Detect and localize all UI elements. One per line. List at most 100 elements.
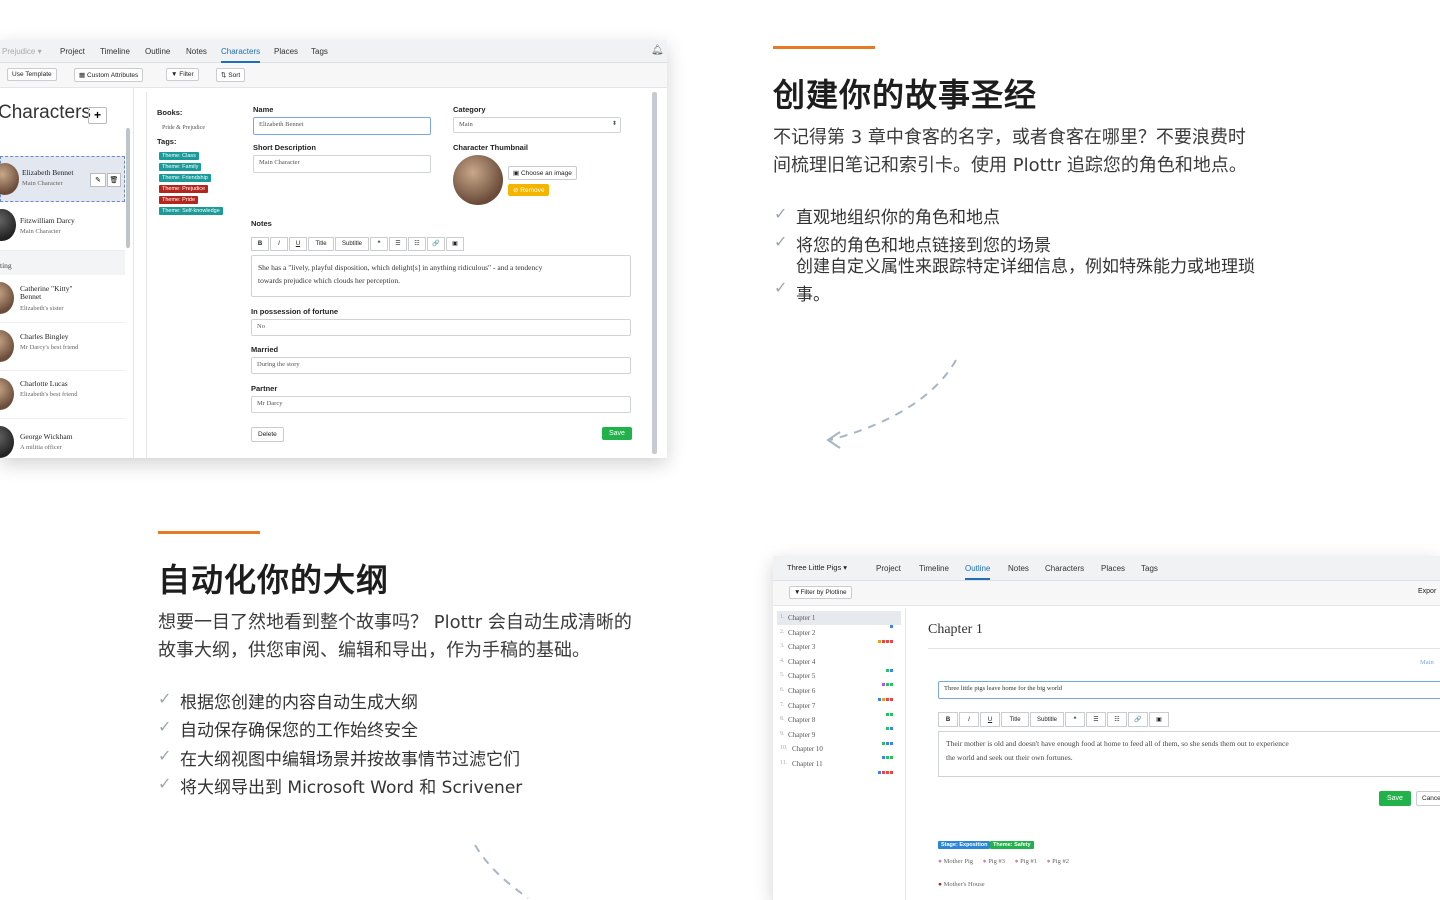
numbered-list-button[interactable]: ☷ bbox=[1107, 712, 1127, 727]
cancel-button[interactable]: Cance bbox=[1416, 791, 1440, 806]
chapter-row[interactable]: 10. Chapter 10 bbox=[777, 742, 901, 760]
tab-outline[interactable]: Outline bbox=[965, 564, 991, 580]
tag-chip[interactable]: Stage: Exposition bbox=[938, 841, 991, 849]
underline-button[interactable]: U bbox=[289, 237, 307, 251]
subtitle-button[interactable]: Subtitle bbox=[335, 237, 369, 251]
image-button[interactable]: ▣ bbox=[1149, 712, 1169, 727]
tab-outline[interactable]: Outline bbox=[145, 47, 170, 56]
tab-characters[interactable]: Characters bbox=[221, 47, 261, 63]
tag-chip[interactable]: Theme: Family bbox=[159, 163, 202, 171]
link-button[interactable]: 🔗 bbox=[1128, 712, 1148, 727]
tag-chip[interactable]: Theme: Pride bbox=[159, 196, 199, 204]
tab-notes[interactable]: Notes bbox=[1008, 564, 1029, 573]
tag-chip[interactable]: Theme: Safety bbox=[990, 841, 1034, 849]
bell-icon[interactable]: 🔔︎ bbox=[651, 45, 664, 56]
italic-button[interactable]: I bbox=[959, 712, 979, 727]
tab-characters[interactable]: Characters bbox=[1045, 564, 1084, 573]
title-button[interactable]: Title bbox=[308, 237, 334, 251]
quote-button[interactable]: ❝ bbox=[1065, 712, 1085, 727]
choose-image-button[interactable]: ▣ Choose an image bbox=[508, 166, 577, 180]
name-label: Name bbox=[253, 105, 274, 114]
pig-icon: ● bbox=[938, 858, 942, 865]
tag-chip[interactable]: Theme: Class bbox=[159, 152, 199, 160]
category-select[interactable]: Main ⬍ bbox=[453, 117, 621, 133]
use-template-button[interactable]: Use Template bbox=[7, 68, 57, 81]
quote-button[interactable]: ❝ bbox=[370, 237, 388, 251]
list-item[interactable]: Charles Bingley Mr Darcy's best friend bbox=[0, 324, 125, 371]
chapter-row[interactable]: 11. Chapter 11 bbox=[777, 757, 901, 774]
plotline-dots bbox=[885, 659, 893, 672]
married-input[interactable]: During the story bbox=[251, 357, 631, 374]
numbered-list-button[interactable]: ☷ bbox=[408, 237, 426, 251]
link-button[interactable]: 🔗 bbox=[427, 237, 445, 251]
subtitle-button[interactable]: Subtitle bbox=[1030, 712, 1064, 727]
export-button[interactable]: Expor bbox=[1418, 588, 1436, 595]
chapter-row[interactable]: 9. Chapter 9 bbox=[777, 728, 901, 745]
pig-icon: ● bbox=[1046, 858, 1051, 865]
scene-title-input[interactable]: Three little pigs leave home for the big… bbox=[938, 681, 1440, 699]
filter-button[interactable]: ▼Filter by Plotline bbox=[789, 586, 852, 599]
tab-tags[interactable]: Tags bbox=[311, 47, 328, 56]
character-chip[interactable]: Pig #1 bbox=[1020, 858, 1037, 865]
sort-button[interactable]: ⇅ Sort bbox=[216, 68, 246, 82]
remove-button[interactable]: ⊘ Remove bbox=[508, 184, 550, 196]
tab-notes[interactable]: Notes bbox=[186, 47, 207, 56]
notes-editor[interactable]: She has a "lively, playful disposition, … bbox=[251, 255, 631, 297]
edit-icon[interactable]: ✎ bbox=[90, 173, 106, 187]
pig-icon: ● bbox=[982, 858, 987, 865]
fortune-input[interactable]: No bbox=[251, 319, 631, 336]
plotline-dots bbox=[877, 688, 893, 701]
bold-button[interactable]: B bbox=[938, 712, 958, 727]
title-button[interactable]: Title bbox=[1001, 712, 1029, 727]
chapter-row[interactable]: 2. Chapter 2 bbox=[777, 626, 901, 643]
tab-places[interactable]: Places bbox=[274, 47, 298, 56]
book-dropdown[interactable]: Prejudice ▾ bbox=[2, 47, 42, 56]
detail-scrollbar[interactable] bbox=[652, 92, 657, 454]
italic-button[interactable]: I bbox=[270, 237, 288, 251]
character-chip[interactable]: Pig #2 bbox=[1052, 858, 1069, 865]
list-item[interactable]: Catherine "Kitty" Bennet Elizabeth's sis… bbox=[0, 276, 125, 323]
chapter-row[interactable]: 6. Chapter 6 bbox=[777, 684, 901, 701]
tab-timeline[interactable]: Timeline bbox=[919, 564, 949, 573]
chapter-row[interactable]: 8. Chapter 8 bbox=[777, 713, 901, 731]
tag-chip[interactable]: Theme: Self-knowledge bbox=[159, 207, 223, 215]
chapter-row[interactable]: 1. Chapter 1 bbox=[777, 611, 901, 628]
trash-icon[interactable]: 🗑︎ bbox=[107, 173, 121, 187]
character-chip[interactable]: Mother Pig bbox=[944, 858, 973, 865]
plotline-dots bbox=[881, 732, 893, 745]
bold-button[interactable]: B bbox=[251, 237, 269, 251]
book-dropdown[interactable]: Three Little Pigs ▾ bbox=[783, 561, 851, 574]
tab-places[interactable]: Places bbox=[1101, 564, 1125, 573]
tab-timeline[interactable]: Timeline bbox=[100, 47, 130, 56]
list-scrollbar[interactable] bbox=[126, 128, 130, 248]
list-item[interactable]: George Wickham A militia officer bbox=[0, 420, 125, 458]
list-item[interactable]: Fitzwilliam Darcy Main Character bbox=[0, 204, 125, 251]
name-input[interactable]: Elizabeth Bennet bbox=[253, 117, 431, 135]
tab-tags[interactable]: Tags bbox=[1141, 564, 1158, 573]
character-chip[interactable]: Pig #3 bbox=[988, 858, 1005, 865]
bullet-list-button[interactable]: ☰ bbox=[389, 237, 407, 251]
short-description-input[interactable]: Main Character bbox=[253, 155, 431, 173]
underline-button[interactable]: U bbox=[980, 712, 1000, 727]
chapter-row[interactable]: 5. Chapter 5 bbox=[777, 669, 901, 687]
tag-chip[interactable]: Theme: Prejudice bbox=[159, 185, 209, 193]
chapter-row[interactable]: 7. Chapter 7 bbox=[777, 699, 901, 716]
filter-button[interactable]: ▼ Filter bbox=[166, 68, 199, 81]
bullet-list-button[interactable]: ☰ bbox=[1086, 712, 1106, 727]
list-item-selected[interactable]: Elizabeth Bennet Main Character ✎ 🗑︎ bbox=[0, 156, 125, 202]
custom-attributes-button[interactable]: ▦ Custom Attributes bbox=[74, 68, 144, 82]
tab-project[interactable]: Project bbox=[60, 47, 85, 56]
list-item[interactable]: Charlotte Lucas Elizabeth's best friend bbox=[0, 372, 125, 419]
place-chip[interactable]: Mother's House bbox=[944, 881, 985, 888]
tab-project[interactable]: Project bbox=[876, 564, 901, 573]
partner-input[interactable]: Mr Darcy bbox=[251, 396, 631, 413]
chapter-row[interactable]: 3. Chapter 3 bbox=[777, 640, 901, 654]
tag-chip[interactable]: Theme: Friendship bbox=[159, 174, 211, 182]
save-button[interactable]: Save bbox=[1379, 791, 1411, 806]
chapter-row[interactable]: 4. Chapter 4 bbox=[777, 655, 901, 672]
add-character-button[interactable]: + bbox=[88, 107, 107, 124]
save-button[interactable]: Save bbox=[602, 427, 632, 440]
delete-button[interactable]: Delete bbox=[251, 427, 284, 442]
image-button[interactable]: ▣ bbox=[446, 237, 464, 251]
scene-editor[interactable]: Their mother is old and doesn't have eno… bbox=[938, 731, 1440, 777]
